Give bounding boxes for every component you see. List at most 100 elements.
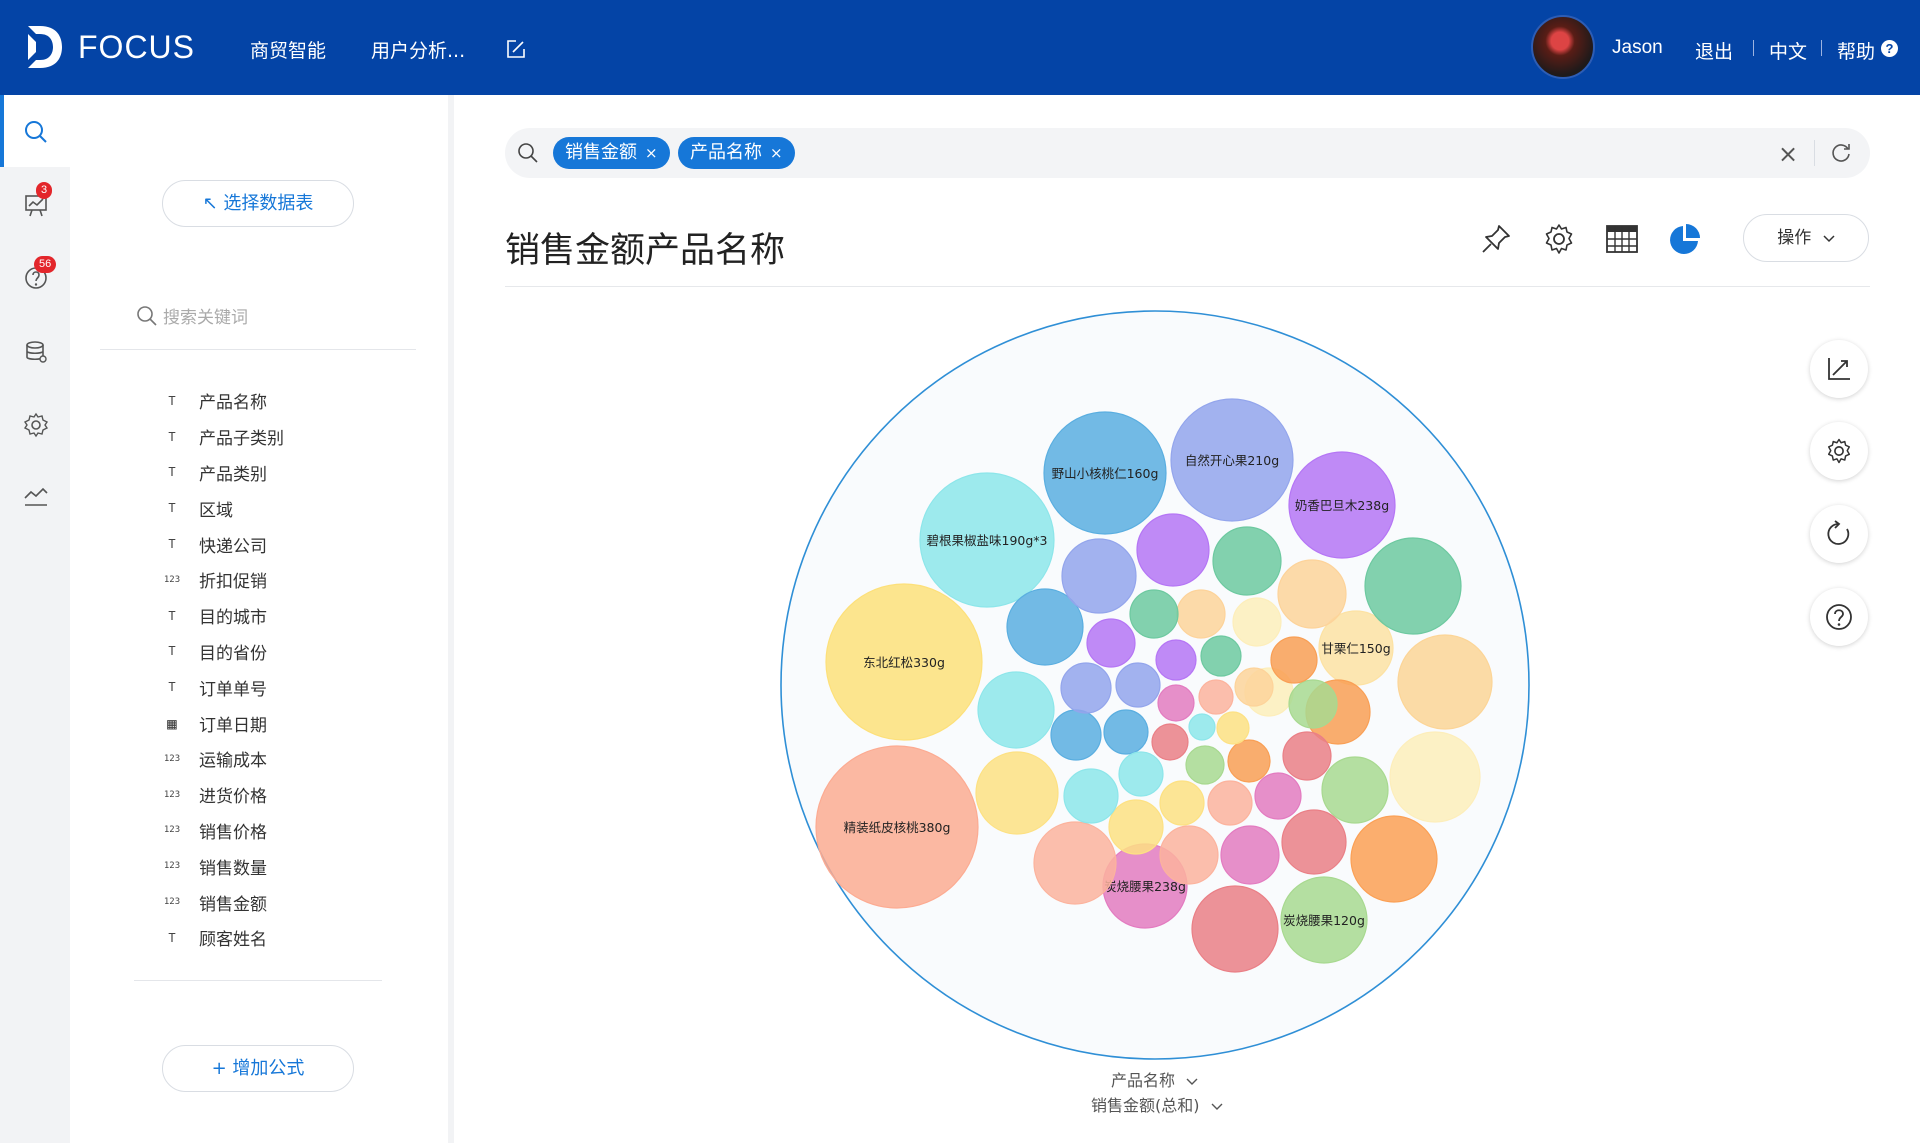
keyword-search[interactable]: 搜索关键词 [136,303,248,328]
avatar[interactable] [1531,15,1595,79]
user-name[interactable]: Jason [1612,37,1663,59]
tag-close-icon[interactable]: × [770,144,783,162]
bubble[interactable] [1185,745,1225,785]
table-icon[interactable] [1605,222,1639,256]
pie-chart-icon[interactable] [1668,222,1702,256]
bubble[interactable] [1176,589,1226,639]
bubble[interactable] [1108,799,1164,855]
nav-item-user-analysis[interactable]: 用户分析... [371,36,465,63]
tag-close-icon[interactable]: × [645,144,658,162]
bubble[interactable] [1227,739,1271,783]
field-item[interactable]: T 产品类别 [162,455,284,491]
field-item[interactable]: T 订单单号 [162,669,284,705]
search-tag-product-name[interactable]: 产品名称 × [678,137,795,169]
bubble[interactable] [977,671,1055,749]
bubble[interactable] [1115,662,1161,708]
field-item[interactable]: 123 销售数量 [162,848,284,884]
help-link[interactable]: 帮助 [1837,37,1875,64]
trend-icon[interactable] [23,484,49,510]
bubble[interactable] [1389,731,1481,823]
bubble[interactable] [1063,768,1119,824]
bubble[interactable] [1191,885,1279,973]
field-item[interactable]: T 区域 [162,490,284,526]
field-item[interactable]: 123 销售价格 [162,813,284,849]
x-axis-selector[interactable]: 产品名称 [1111,1067,1198,1091]
bubble[interactable] [1234,667,1274,707]
bubble[interactable] [1321,756,1389,824]
bubble-label: 炭烧腰果120g [1283,913,1365,928]
search-icon[interactable] [23,119,49,145]
help-icon[interactable]: ? [1881,40,1898,57]
bubble[interactable] [1159,780,1205,826]
bubble[interactable] [1282,731,1332,781]
refresh-icon[interactable] [1829,141,1853,165]
field-item[interactable]: T 产品子类别 [162,419,284,455]
bubble[interactable] [1129,589,1179,639]
edit-icon[interactable] [505,38,527,60]
bubble[interactable] [1155,639,1197,681]
bubble[interactable] [1151,723,1189,761]
bubble[interactable] [1086,618,1136,668]
bubble[interactable] [1136,513,1210,587]
bubble[interactable] [1118,751,1164,797]
bubble[interactable] [1157,684,1195,722]
field-item[interactable]: T 顾客姓名 [162,920,284,956]
field-item[interactable]: 123 折扣促销 [162,562,284,598]
bubble[interactable] [1200,635,1242,677]
bubble[interactable] [1281,809,1347,875]
reset-button[interactable] [1810,505,1868,563]
bubble[interactable] [1060,662,1112,714]
add-formula-button[interactable]: + 增加公式 [162,1045,354,1092]
bubble[interactable] [1364,537,1462,635]
bubble[interactable] [1050,709,1102,761]
search-tag-sales-amount[interactable]: 销售金额 × [553,137,670,169]
calendar-icon: ▦ [167,713,177,733]
bubble[interactable] [1212,526,1282,596]
field-item[interactable]: ▦ 订单日期 [162,705,284,741]
focus-logo[interactable]: FOCUS [24,22,195,72]
bubble[interactable] [1061,538,1137,614]
bubble[interactable] [1397,634,1493,730]
field-item[interactable]: 123 运输成本 [162,741,284,777]
bubble[interactable] [1270,636,1318,684]
divider [1821,40,1822,56]
settings-icon[interactable] [1542,222,1576,256]
bubble[interactable] [1207,780,1253,826]
chart-help-button[interactable] [1810,588,1868,646]
pin-icon[interactable] [1479,222,1513,256]
field-item[interactable]: T 产品名称 [162,383,284,419]
number-type-icon: 123 [163,789,181,800]
bubble[interactable] [1033,821,1117,905]
bubble[interactable] [1254,772,1302,820]
gear-icon[interactable] [23,412,49,438]
field-item[interactable]: 123 进货价格 [162,777,284,813]
field-item[interactable]: T 快递公司 [162,526,284,562]
bubble[interactable] [1198,679,1234,715]
bubble[interactable] [1288,679,1338,729]
axis-settings-button[interactable] [1810,340,1868,398]
bubble[interactable] [1216,711,1250,745]
field-label: 折扣促销 [199,572,267,593]
bubble[interactable] [1159,825,1219,885]
logout-link[interactable]: 退出 [1695,37,1733,64]
bubble[interactable] [1232,597,1282,647]
y-axis-selector[interactable]: 销售金额(总和) [1091,1092,1223,1116]
chart-settings-button[interactable] [1810,422,1868,480]
nav-item-trade-intelligence[interactable]: 商贸智能 [250,36,326,63]
bubble[interactable] [1188,713,1216,741]
bubble[interactable] [1350,815,1438,903]
database-icon[interactable] [23,339,49,365]
operations-dropdown[interactable]: 操作 [1743,214,1869,262]
field-item[interactable]: T 目的城市 [162,598,284,634]
bubble[interactable] [1103,709,1149,755]
tag-label: 产品名称 [690,142,762,163]
bubble[interactable] [975,751,1059,835]
divider [1814,140,1815,166]
language-switch[interactable]: 中文 [1769,37,1807,64]
select-table-button[interactable]: ↖ 选择数据表 [162,180,354,227]
field-item[interactable]: 123 销售金额 [162,884,284,920]
field-item[interactable]: T 目的省份 [162,634,284,670]
bubble[interactable] [1277,559,1347,629]
bubble[interactable] [1220,825,1280,885]
clear-search-icon[interactable]: × [1778,140,1798,168]
